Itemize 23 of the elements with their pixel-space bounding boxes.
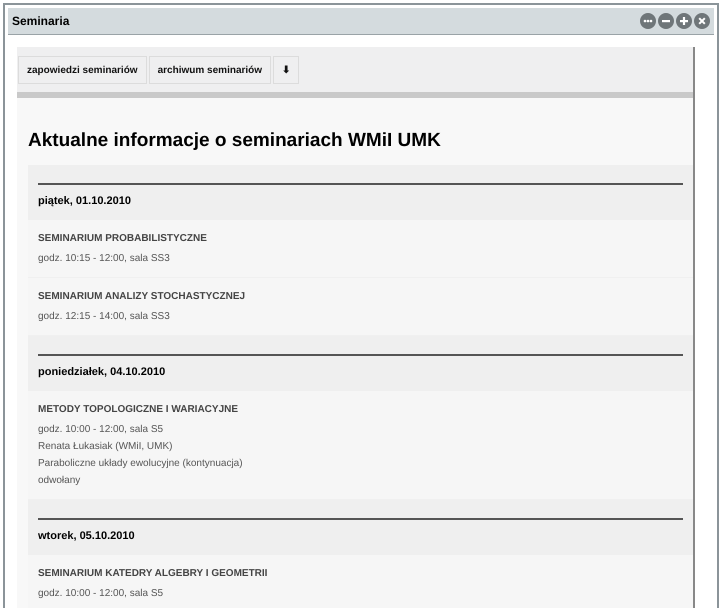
window-title: Seminaria <box>12 14 70 28</box>
minimize-icon[interactable] <box>658 13 674 29</box>
event-detail: odwołany <box>38 474 82 488</box>
more-icon[interactable] <box>640 13 656 29</box>
event-detail: Paraboliczne układy ewolucyjne (kontynuacja) <box>38 457 244 471</box>
event-title: SEMINARIUM PROBABILISTYCZNE <box>38 233 208 244</box>
tab[interactable]: zapowiedzi seminariów <box>18 56 147 84</box>
event-title: METODY TOPOLOGICZNE I WARIACYJNE <box>38 404 240 415</box>
event-detail: godz. 10:00 - 12:00, sala S5 <box>38 423 164 437</box>
date-label: wtorek, 05.10.2010 <box>38 530 136 542</box>
close-icon[interactable] <box>694 13 710 29</box>
event-title: SEMINARIUM KATEDRY ALGEBRY I GEOMETRII <box>38 568 268 579</box>
page-heading: Aktualne informacje o seminariach WMiI UMK <box>28 129 442 153</box>
maximize-icon[interactable] <box>676 13 692 29</box>
event-detail: godz. 12:15 - 14:00, sala SS3 <box>38 310 171 324</box>
tab[interactable]: archiwum seminariów <box>148 56 272 84</box>
date-label: piątek, 01.10.2010 <box>38 195 132 207</box>
event-detail: godz. 10:15 - 12:00, sala SS3 <box>38 252 171 266</box>
event-detail: Renata Łukasiak (WMiI, UMK) <box>38 440 174 454</box>
date-label: poniedziałek, 04.10.2010 <box>38 366 166 378</box>
tab[interactable]: ⬇ <box>273 56 300 84</box>
event-detail: godz. 10:00 - 12:00, sala S5 <box>38 587 164 601</box>
event-title: SEMINARIUM ANALIZY STOCHASTYCZNEJ <box>38 291 246 302</box>
